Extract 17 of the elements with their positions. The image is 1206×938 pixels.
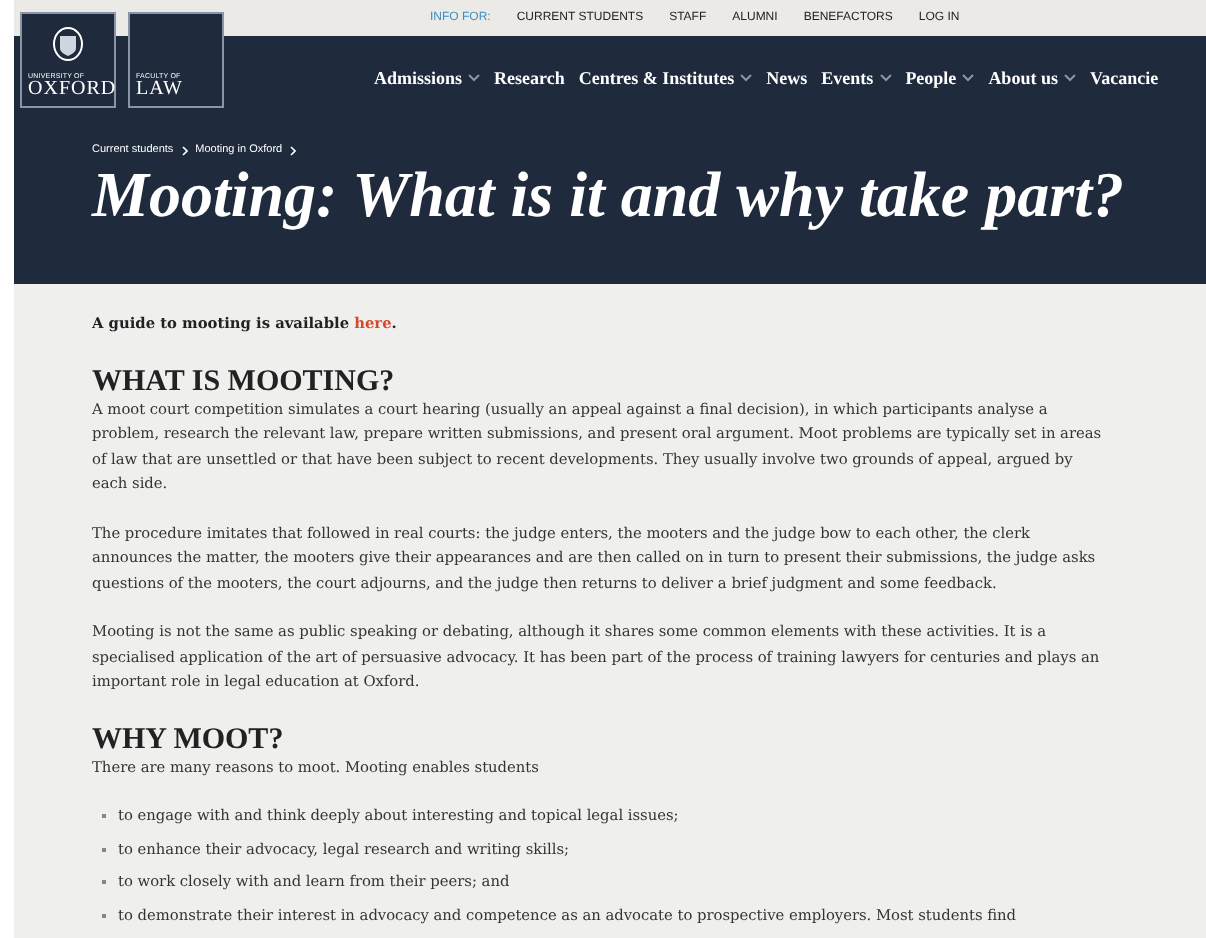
bullet-marker: [102, 847, 106, 852]
nav-link[interactable]: Research: [494, 68, 565, 88]
bullet-marker: [102, 814, 106, 819]
nav-link[interactable]: About us: [988, 68, 1076, 88]
bullet-marker: [102, 913, 106, 918]
nav-link[interactable]: People: [905, 68, 975, 88]
nav-link[interactable]: Admissions: [374, 68, 481, 88]
nav-link[interactable]: Vacancie: [1089, 68, 1159, 88]
nav-link[interactable]: Centres & Institutes: [578, 68, 753, 88]
chevron-right-icon: [290, 145, 297, 155]
nav-link[interactable]: News: [766, 68, 808, 88]
section-heading: WHAT IS MOOTING?: [92, 365, 397, 397]
nav-link[interactable]: Events: [821, 68, 892, 88]
page-title: Mooting: What is it and why take part?: [92, 160, 1126, 231]
chevron-right-icon: [181, 145, 188, 155]
section-heading: WHY MOOT?: [92, 723, 286, 755]
bullet-marker: [102, 880, 106, 885]
